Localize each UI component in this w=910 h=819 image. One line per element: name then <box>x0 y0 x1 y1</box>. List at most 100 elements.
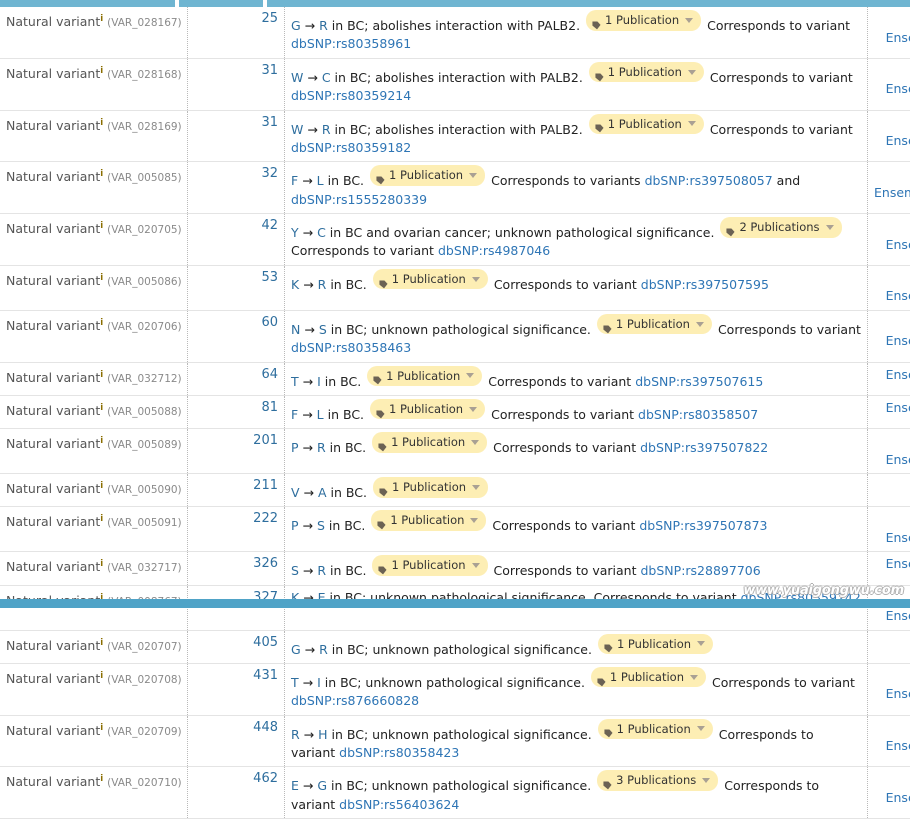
dbsnp-link[interactable]: dbSNP:rs80359214 <box>291 88 411 103</box>
chevron-down-icon[interactable] <box>472 277 480 282</box>
chevron-down-icon[interactable] <box>472 563 480 568</box>
residue-from: Y <box>291 225 299 240</box>
publication-badge-label: 1 Publication <box>617 720 691 739</box>
dbsnp-link[interactable]: dbSNP:rs80358961 <box>291 36 411 51</box>
publication-badge[interactable]: 1 Publication <box>598 634 713 655</box>
publication-badge[interactable]: 1 Publication <box>591 667 706 688</box>
chevron-down-icon[interactable] <box>470 518 478 523</box>
chevron-down-icon[interactable] <box>472 485 480 490</box>
info-superscript[interactable]: i <box>100 514 103 524</box>
dbsnp-link[interactable]: dbSNP:rs397508057 <box>645 173 773 188</box>
description-text: in BC and ovarian cancer; unknown pathol… <box>326 225 715 240</box>
dbsnp-link[interactable]: dbSNP:rs56403624 <box>339 797 459 812</box>
publication-badge-label: 1 Publication <box>608 63 682 82</box>
xref-link[interactable]: Ensembl <box>886 738 910 753</box>
xref-link[interactable]: Ensembl <box>886 608 910 623</box>
xref-link[interactable]: Ensembl <box>886 686 910 701</box>
dbsnp-link[interactable]: dbSNP:rs397507822 <box>640 440 768 455</box>
info-superscript[interactable]: i <box>100 436 103 446</box>
xref-link[interactable]: Ensembl <box>886 133 910 148</box>
publication-badge[interactable]: 1 Publication <box>597 314 712 335</box>
publication-badge[interactable]: 1 Publication <box>372 432 487 453</box>
dbsnp-link[interactable]: dbSNP:rs1555280339 <box>291 192 427 207</box>
publication-badge[interactable]: 1 Publication <box>373 477 488 498</box>
position-value: 60 <box>261 315 278 330</box>
publication-badge[interactable]: 1 Publication <box>598 719 713 740</box>
chevron-down-icon[interactable] <box>685 18 693 23</box>
info-superscript[interactable]: i <box>100 481 103 491</box>
publication-badge[interactable]: 1 Publication <box>586 10 701 31</box>
xref-link[interactable]: Ensembl <box>886 530 910 545</box>
xref-link[interactable]: Ensembl <box>886 367 910 382</box>
xref-link[interactable]: Ensembl <box>886 790 910 805</box>
publication-badge-label: 1 Publication <box>392 478 466 497</box>
dbsnp-link[interactable]: dbSNP:rs397507595 <box>641 277 769 292</box>
chevron-down-icon[interactable] <box>826 225 834 230</box>
info-superscript[interactable]: i <box>100 370 103 380</box>
publication-badge[interactable]: 1 Publication <box>589 114 704 135</box>
position-value: 431 <box>253 668 278 683</box>
feature-key-cell: Natural varianti (VAR_020710) <box>0 767 188 819</box>
info-superscript[interactable]: i <box>100 774 103 784</box>
publication-badge[interactable]: 3 Publications <box>597 770 718 791</box>
info-superscript[interactable]: i <box>100 559 103 569</box>
dbsnp-link[interactable]: dbSNP:rs4987046 <box>438 243 550 258</box>
publication-badge[interactable]: 1 Publication <box>367 366 482 387</box>
info-superscript[interactable]: i <box>100 318 103 328</box>
info-superscript[interactable]: i <box>100 273 103 283</box>
chevron-down-icon[interactable] <box>469 407 477 412</box>
xref-link[interactable]: Ensembl <box>886 288 910 303</box>
xref-link[interactable]: Ensembl <box>886 333 910 348</box>
chevron-down-icon[interactable] <box>690 675 698 680</box>
info-superscript[interactable]: i <box>100 671 103 681</box>
xref-link[interactable]: Ensembl <box>886 237 910 252</box>
description-cell: R → H in BC; unknown pathological signif… <box>285 715 868 767</box>
publication-badge[interactable]: 1 Publication <box>370 399 485 420</box>
dbsnp-link[interactable]: dbSNP:rs28897706 <box>641 563 761 578</box>
dbsnp-link[interactable]: dbSNP:rs80358463 <box>291 340 411 355</box>
xref-link[interactable]: Ensembl <box>886 452 910 467</box>
chevron-down-icon[interactable] <box>702 778 710 783</box>
info-superscript[interactable]: i <box>100 169 103 179</box>
chevron-down-icon[interactable] <box>466 373 474 378</box>
publication-badge-label: 1 Publication <box>608 115 682 134</box>
publication-badge[interactable]: 1 Publication <box>373 269 488 290</box>
publication-badge[interactable]: 1 Publication <box>371 510 486 531</box>
publication-badge-label: 1 Publication <box>391 556 465 575</box>
xref-link[interactable]: Ensembl <box>886 400 910 415</box>
info-superscript[interactable]: i <box>100 723 103 733</box>
xref-link[interactable]: Ensembl <box>874 185 910 200</box>
chevron-down-icon[interactable] <box>696 322 704 327</box>
table-row: Natural varianti (VAR_020710)462E → G in… <box>0 767 910 819</box>
table-row: Natural varianti (VAR_032712)64T → I in … <box>0 362 910 395</box>
info-superscript[interactable]: i <box>100 403 103 413</box>
xref-link[interactable]: Ensembl <box>886 30 910 45</box>
chevron-down-icon[interactable] <box>471 440 479 445</box>
variant-id: (VAR_005086) <box>107 276 182 288</box>
info-superscript[interactable]: i <box>100 66 103 76</box>
dbsnp-link[interactable]: dbSNP:rs80358423 <box>339 745 459 760</box>
chevron-down-icon[interactable] <box>697 641 705 646</box>
publication-badge[interactable]: 2 Publications <box>720 217 841 238</box>
dbsnp-link[interactable]: dbSNP:rs397507873 <box>639 518 767 533</box>
chevron-down-icon[interactable] <box>469 173 477 178</box>
dbsnp-link[interactable]: dbSNP:rs80358507 <box>638 407 758 422</box>
publication-badge[interactable]: 1 Publication <box>370 165 485 186</box>
info-superscript[interactable]: i <box>100 638 103 648</box>
dbsnp-link[interactable]: dbSNP:rs80359182 <box>291 140 411 155</box>
info-superscript[interactable]: i <box>100 14 103 24</box>
xref-link[interactable]: Ensembl <box>886 556 910 571</box>
table-row: Natural varianti (VAR_005089)201P → R in… <box>0 429 910 474</box>
info-superscript[interactable]: i <box>100 118 103 128</box>
chevron-down-icon[interactable] <box>688 121 696 126</box>
tag-icon <box>604 640 613 649</box>
dbsnp-link[interactable]: dbSNP:rs876660828 <box>291 693 419 708</box>
info-superscript[interactable]: i <box>100 221 103 231</box>
xref-link[interactable]: Ensembl <box>886 81 910 96</box>
publication-badge[interactable]: 1 Publication <box>372 555 487 576</box>
dbsnp-link[interactable]: dbSNP:rs397507615 <box>635 373 763 388</box>
chevron-down-icon[interactable] <box>688 70 696 75</box>
tag-icon <box>595 120 604 129</box>
chevron-down-icon[interactable] <box>697 726 705 731</box>
publication-badge[interactable]: 1 Publication <box>589 62 704 83</box>
